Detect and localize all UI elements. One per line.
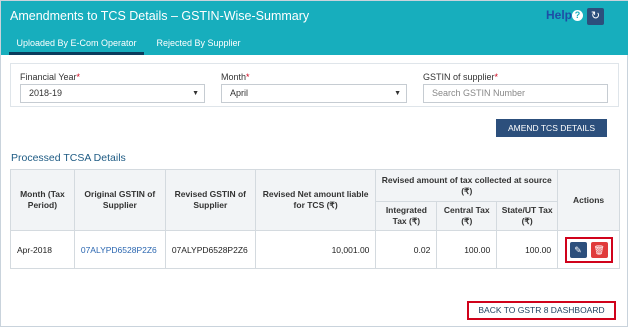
cell-actions: ✎ 🗑 [557, 230, 620, 269]
pencil-icon[interactable]: ✎ [569, 241, 587, 258]
tab-bar: Uploaded By E-Com Operator Rejected By S… [1, 32, 628, 55]
cell-state-tax: 100.00 [496, 230, 559, 269]
col-header-state-tax: State/UT Tax (₹) [496, 201, 559, 231]
financial-year-select[interactable]: 2018-19 ▼ [20, 84, 205, 103]
page-frame: Amendments to TCS Details – GSTIN-Wise-S… [0, 0, 628, 327]
help-link[interactable]: Help [546, 8, 572, 22]
col-header-month: Month (Tax Period) [10, 169, 75, 231]
back-to-gstr8-dashboard-button[interactable]: BACK TO GSTR 8 DASHBOARD [467, 301, 616, 320]
month-select[interactable]: April ▼ [221, 84, 407, 103]
financial-year-label: Financial Year* [20, 72, 81, 82]
tab-rejected-by-supplier[interactable]: Rejected By Supplier [151, 32, 246, 55]
table-header-row: Month (Tax Period) Original GSTIN of Sup… [10, 169, 620, 231]
cell-net-amount: 10,001.00 [254, 230, 377, 269]
page-title: Amendments to TCS Details – GSTIN-Wise-S… [10, 9, 310, 23]
question-circle-icon[interactable]: ? [572, 10, 583, 21]
gstin-search-input[interactable]: Search GSTIN Number [423, 84, 608, 103]
cell-central-tax: 100.00 [436, 230, 498, 269]
col-header-central-tax: Central Tax (₹) [436, 201, 498, 231]
col-header-net-amount: Revised Net amount liable for TCS (₹) [254, 169, 377, 231]
month-label: Month* [221, 72, 250, 82]
cell-revised-gstin: 07ALYPD6528P2Z6 [164, 230, 256, 269]
filter-panel: Financial Year* 2018-19 ▼ Month* April ▼… [10, 63, 619, 107]
col-header-original-gstin: Original GSTIN of Supplier [73, 169, 166, 231]
trash-icon[interactable]: 🗑 [590, 241, 608, 258]
refresh-icon[interactable]: ↻ [587, 8, 604, 25]
caret-down-icon: ▼ [192, 90, 199, 97]
gstin-label: GSTIN of supplier* [423, 72, 499, 82]
tab-uploaded-by-ecom-operator[interactable]: Uploaded By E-Com Operator [9, 32, 144, 55]
cell-integrated-tax: 0.02 [375, 230, 438, 269]
col-header-revised-gstin: Revised GSTIN of Supplier [164, 169, 256, 231]
caret-down-icon: ▼ [394, 90, 401, 97]
section-title: Processed TCSA Details [11, 152, 126, 164]
col-header-tax-group: Revised amount of tax collected at sourc… [375, 169, 559, 202]
tcs-details-table: Month (Tax Period) Original GSTIN of Sup… [10, 169, 620, 269]
page-header: Amendments to TCS Details – GSTIN-Wise-S… [1, 1, 628, 32]
col-header-actions: Actions [557, 169, 620, 231]
col-header-integrated-tax: Integrated Tax (₹) [375, 201, 438, 231]
amend-tcs-details-button[interactable]: AMEND TCS DETAILS [496, 119, 607, 137]
cell-month: Apr-2018 [10, 230, 75, 269]
cell-original-gstin-link[interactable]: 07ALYPD6528P2Z6 [73, 230, 166, 269]
table-row: Apr-2018 07ALYPD6528P2Z6 07ALYPD6528P2Z6… [10, 230, 620, 269]
actions-highlight: ✎ 🗑 [564, 236, 613, 263]
